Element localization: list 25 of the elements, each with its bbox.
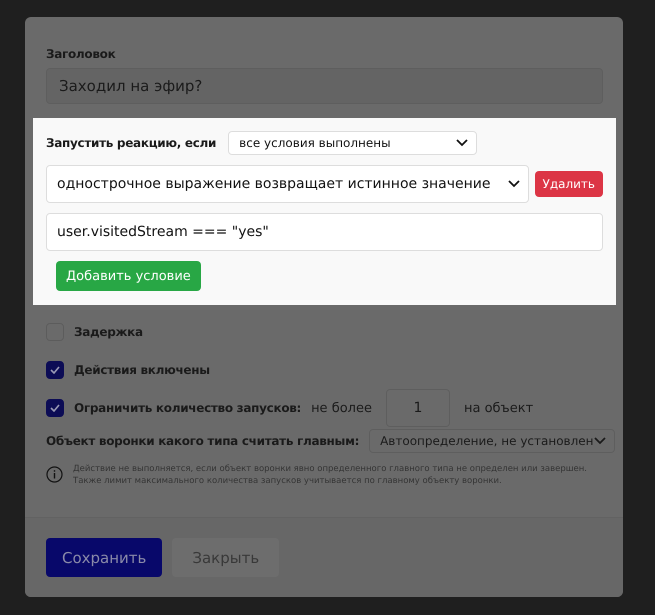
chevron-down-icon (456, 139, 468, 147)
checkmark-icon (50, 366, 60, 374)
condition-type-select[interactable]: однострочное выражение возвращает истинное значение (46, 165, 528, 203)
checkmark-icon (50, 404, 60, 412)
expression-field[interactable]: user.visitedStream === "yes" (46, 213, 603, 251)
add-condition-button[interactable]: Добавить условие (56, 261, 201, 291)
chevron-down-icon (508, 180, 520, 188)
chevron-down-icon (594, 437, 606, 445)
save-button[interactable]: Сохранить (46, 538, 162, 577)
checkbox-label: Действия включены (74, 363, 210, 377)
checkbox-label: Ограничить количество запусков: (74, 401, 302, 415)
limit-field[interactable]: 1 (386, 389, 450, 427)
field-label: Заголовок (46, 47, 116, 61)
limit-prefix: не более (311, 400, 372, 416)
funnel-label: Объект воронки какого типа считать главным: (46, 434, 360, 448)
checkbox-label: Задержка (74, 325, 143, 339)
info-icon (46, 466, 63, 483)
funnel-type-select[interactable]: Автоопределение, не установлен (369, 429, 615, 453)
title-field[interactable]: Заходил на эфир? (46, 68, 603, 104)
limit-suffix: на объект (464, 400, 534, 416)
delete-button[interactable]: Удалить (534, 171, 603, 197)
condition-mode-select[interactable]: все условия выполнены (228, 131, 478, 155)
checkbox[interactable] (46, 361, 64, 379)
checkbox[interactable] (46, 399, 64, 417)
condition-mode-label: Запустить реакцию, если (46, 136, 216, 150)
